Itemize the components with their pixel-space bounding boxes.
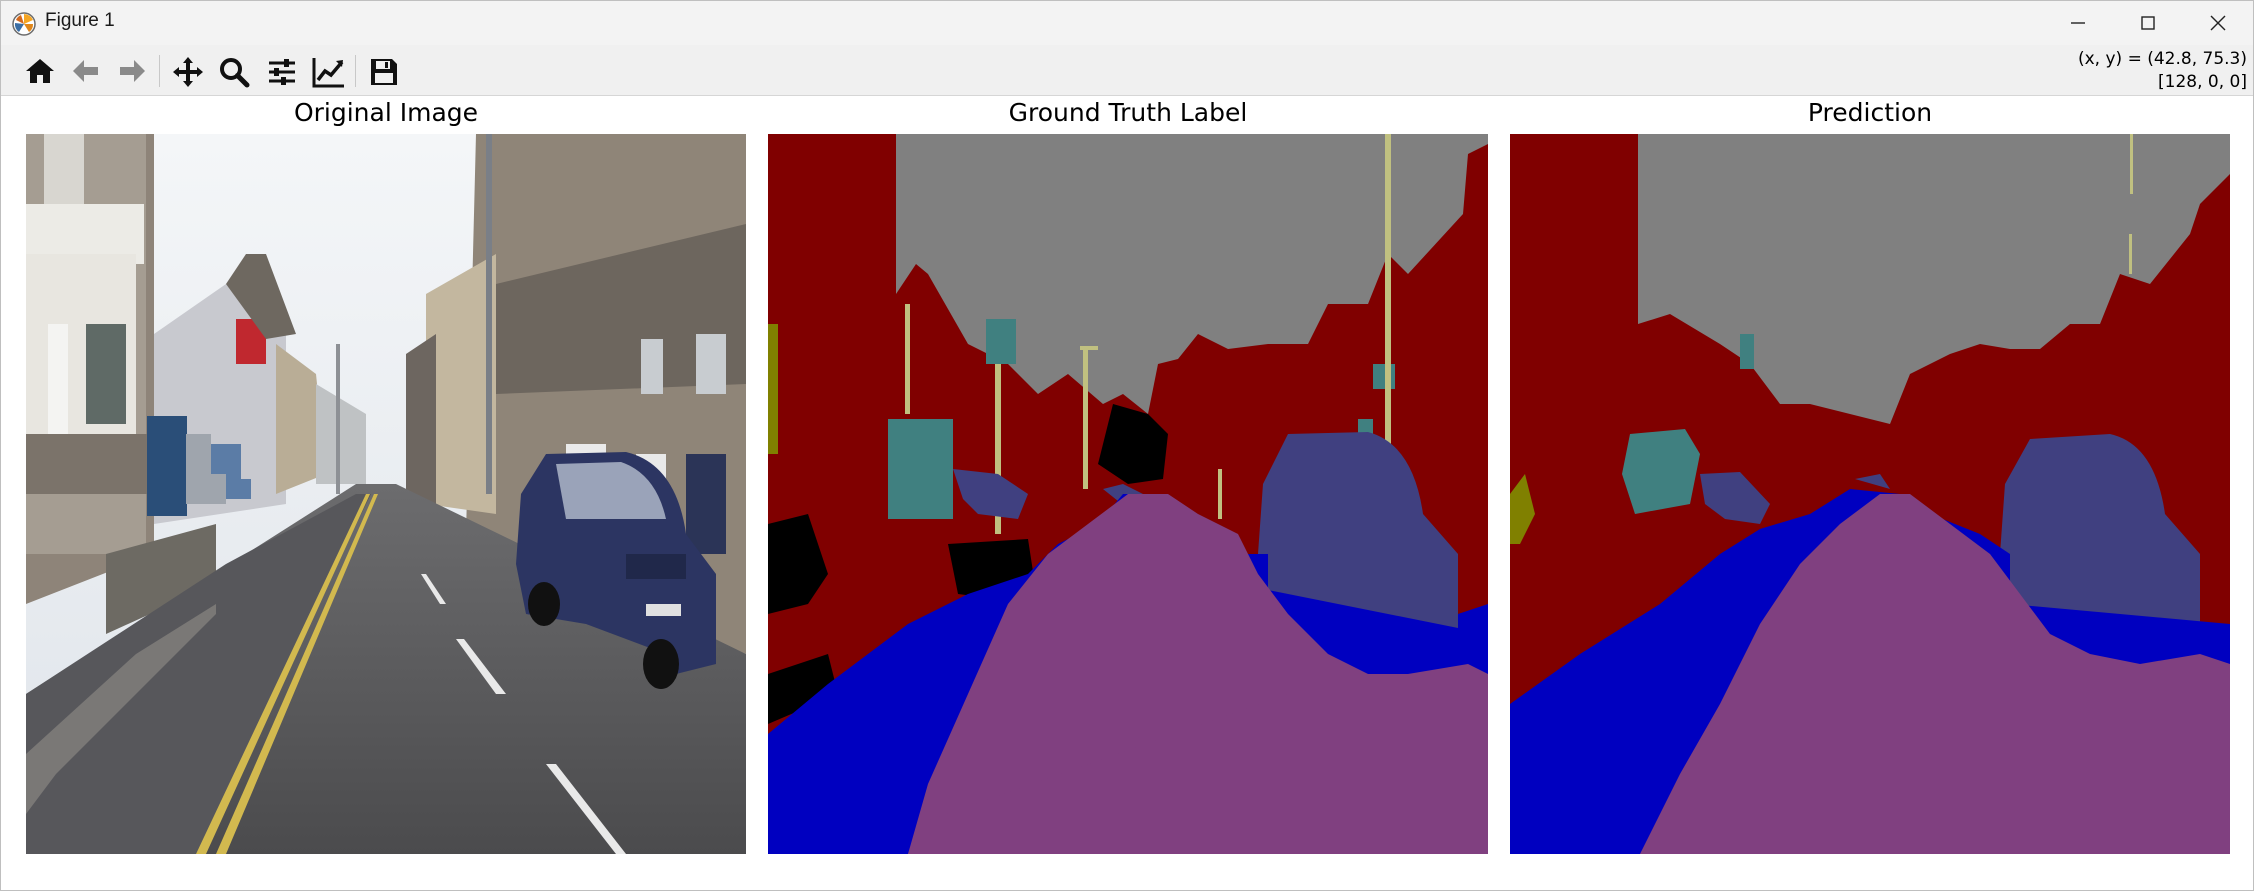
figure-window: Figure 1 (x, y) = (42.8, 75.3) [128, 0, … [0,0,2254,891]
close-icon [2210,15,2226,31]
close-button[interactable] [2183,1,2253,45]
move-icon [173,57,203,87]
maximize-button[interactable] [2113,1,2183,45]
ground-truth-panel [768,134,1488,854]
arrow-right-icon [120,60,145,82]
sliders-icon [269,59,295,85]
forward-button[interactable] [113,53,151,89]
toolbar-separator [355,55,356,87]
panel-title-original: Original Image [293,98,479,127]
back-button[interactable] [67,53,105,89]
save-button[interactable] [365,53,403,89]
prediction-segmentation [1510,134,2230,854]
floppy-disk-icon [371,59,397,85]
pan-button[interactable] [169,53,207,89]
toolbar-separator [159,55,160,87]
maximize-icon [2141,16,2155,30]
panel-title-ground-truth: Ground Truth Label [1008,98,1248,127]
ground-truth-segmentation [768,134,1488,854]
arrow-left-icon [73,60,98,82]
cursor-coordinates: (x, y) = (42.8, 75.3) [128, 0, 0] [2078,48,2247,94]
window-title: Figure 1 [45,10,115,31]
minimize-button[interactable] [2043,1,2113,45]
home-button[interactable] [21,53,59,89]
line-chart-icon [312,58,344,88]
zoom-button[interactable] [215,53,253,89]
coords-xy: (x, y) = (42.8, 75.3) [2077,49,2247,69]
coords-pixel-value: [128, 0, 0] [2158,72,2247,92]
magnifier-icon [220,58,250,88]
matplotlib-app-icon [12,12,36,36]
title-bar: Figure 1 [1,1,2253,45]
prediction-panel [1510,134,2230,854]
edit-axis-button[interactable] [309,53,347,89]
original-image-panel [26,134,746,854]
panel-title-prediction: Prediction [1807,98,1933,127]
figure-canvas[interactable]: Original Image Ground Truth Label Predic… [1,96,2253,890]
home-icon [26,59,54,83]
minimize-icon [2071,22,2085,24]
street-photo [26,134,746,854]
configure-subplots-button[interactable] [263,53,301,89]
navigation-toolbar [1,45,2253,96]
